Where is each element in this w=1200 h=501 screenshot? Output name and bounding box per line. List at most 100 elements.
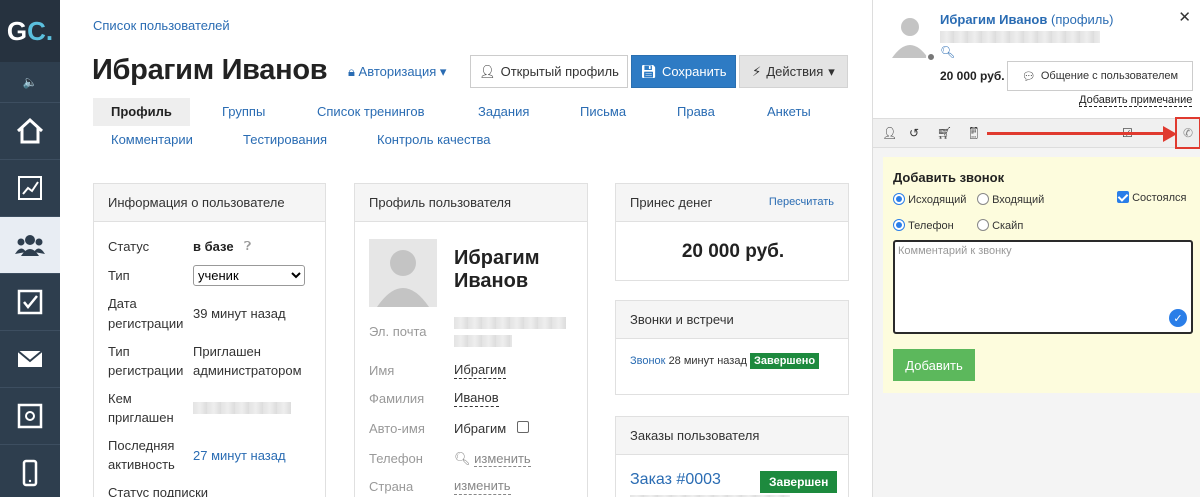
call-link[interactable]: Звонок — [630, 355, 666, 367]
avatar — [369, 239, 437, 307]
tab-testing[interactable]: Тестирования — [243, 126, 327, 154]
tab-letters[interactable]: Письма — [580, 98, 626, 126]
add-note-link[interactable]: Добавить примечание — [1079, 94, 1193, 107]
sidebar-item-mail[interactable] — [0, 330, 60, 387]
open-profile-label: Открытый профиль — [500, 64, 619, 79]
mail-icon — [17, 350, 43, 367]
tab-groups[interactable]: Группы — [222, 98, 265, 126]
tab-comments[interactable]: Комментарии — [111, 126, 193, 154]
profile-link[interactable]: (профиль) — [1051, 12, 1113, 27]
auth-label: Авторизация — [358, 64, 437, 79]
phone-icon — [22, 459, 38, 487]
history-icon[interactable]: ↺ — [909, 126, 919, 140]
search-icon[interactable]: 🔍︎ — [940, 45, 955, 59]
lock-icon: 🔒︎ — [348, 64, 355, 79]
safe-icon — [17, 403, 43, 429]
user-name-link[interactable]: Ибрагим Иванов — [940, 12, 1047, 27]
tab-profile[interactable]: Профиль — [93, 98, 190, 126]
person-icon[interactable]: 👤︎ — [882, 126, 897, 140]
actions-label: Действия — [766, 64, 824, 79]
reg-date-value: 39 минут назад — [193, 306, 286, 321]
main-content: Список пользователей Ибрагим Иванов 🔒︎ А… — [60, 0, 872, 497]
orders-panel: Заказы пользователя Заказ #0003 Завершен — [615, 416, 849, 497]
country-edit[interactable]: изменить — [454, 477, 511, 495]
tab-rights[interactable]: Права — [677, 98, 715, 126]
auto-name-checkbox[interactable] — [517, 421, 529, 433]
user-info-title: Информация о пользователе — [94, 184, 325, 222]
tab-tasks[interactable]: Задания — [478, 98, 529, 126]
user-profile-title: Профиль пользователя — [355, 184, 587, 222]
actions-dropdown[interactable]: ⚡︎ Действия ▾ — [739, 55, 848, 88]
help-icon[interactable]: ❓︎ — [244, 237, 251, 256]
done-label: Состоялся — [1132, 192, 1187, 204]
order-link[interactable]: Заказ #0003 — [630, 471, 721, 489]
online-status-dot — [926, 52, 936, 62]
phone-edit[interactable]: 🔍︎ изменить — [454, 449, 531, 468]
logo-g: G — [6, 15, 28, 46]
user-card: Ибрагим Иванов (профиль) 🔍︎ 20 000 руб. … — [873, 0, 1200, 118]
phone-radio[interactable]: Телефон — [893, 219, 954, 232]
call-phone-icon[interactable]: ✆ — [1175, 117, 1200, 149]
speaker-icon[interactable]: 🔈 — [0, 62, 60, 102]
bolt-icon: ⚡︎ — [752, 63, 762, 79]
outgoing-radio[interactable]: Исходящий — [893, 193, 966, 206]
sidebar-item-sales[interactable] — [0, 387, 60, 444]
call-item: Звонок 28 минут назад Завершено — [630, 353, 820, 369]
reg-type-value-2: администратором — [193, 363, 302, 378]
home-icon — [16, 117, 44, 144]
profile-first-name: Ибрагим — [454, 247, 540, 269]
skype-radio[interactable]: Скайп — [977, 219, 1023, 232]
chat-with-user-button[interactable]: 💬︎ Общение с пользователем — [1007, 61, 1193, 91]
recalculate-link[interactable]: Пересчитать — [769, 196, 834, 208]
invited-label-2: приглашен — [108, 410, 174, 425]
last-activity-link[interactable]: 27 минут назад — [193, 446, 286, 465]
page-title: Ибрагим Иванов — [92, 54, 328, 86]
incoming-radio[interactable]: Входящий — [977, 193, 1044, 206]
call-time: 28 минут назад — [668, 355, 747, 367]
status-label: Статус — [108, 239, 150, 254]
reg-date-label-1: Дата — [108, 296, 137, 311]
right-amount: 20 000 руб. — [940, 69, 1005, 83]
users-icon — [15, 235, 45, 256]
save-label: Сохранить — [661, 64, 727, 79]
money-amount: 20 000 руб. — [681, 241, 785, 262]
user-type-select[interactable]: ученик — [193, 265, 305, 286]
breadcrumb-users-list[interactable]: Список пользователей — [93, 18, 230, 33]
tab-surveys[interactable]: Анкеты — [767, 98, 811, 126]
email-label: Эл. почта — [369, 324, 427, 339]
skype-label: Скайп — [992, 220, 1024, 232]
outgoing-label: Исходящий — [908, 194, 967, 206]
add-call-button[interactable]: Добавить — [893, 349, 975, 381]
first-name-label: Имя — [369, 363, 395, 378]
close-icon[interactable]: ✕ — [1178, 8, 1191, 26]
tab-trainings[interactable]: Список тренингов — [317, 98, 425, 126]
phone-label: Телефон — [369, 451, 423, 466]
chart-icon — [18, 176, 42, 200]
add-call-form: Добавить звонок Исходящий Входящий Состо… — [883, 157, 1200, 393]
invited-by-redacted — [193, 402, 291, 414]
annotation-arrow-line — [987, 132, 1167, 135]
cart-icon[interactable]: 🛒︎ — [937, 126, 952, 140]
last-name-label: Фамилия — [369, 391, 425, 406]
call-comment-input[interactable] — [893, 240, 1193, 334]
last-activity-label-1: Последняя — [108, 438, 175, 453]
sidebar-item-mobile[interactable] — [0, 444, 60, 501]
tab-quality-control[interactable]: Контроль качества — [377, 126, 490, 154]
mobile-icon[interactable]: 📱︎ — [966, 126, 981, 140]
sidebar-item-users[interactable] — [0, 216, 60, 273]
getcourse-logo[interactable]: G C. — [0, 0, 60, 62]
auth-dropdown[interactable]: 🔒︎ Авторизация ▾ — [348, 64, 446, 80]
save-button[interactable]: 💾︎ Сохранить — [631, 55, 736, 88]
first-name-field[interactable]: Ибрагим — [454, 361, 507, 379]
calls-panel: Звонки и встречи Звонок 28 минут назад З… — [615, 300, 849, 395]
last-name-field[interactable]: Иванов — [454, 389, 499, 407]
sidebar-item-stats[interactable] — [0, 159, 60, 216]
app-sidebar: G C. 🔈 — [0, 0, 60, 497]
sidebar-item-home[interactable] — [0, 102, 60, 159]
open-profile-button[interactable]: 👤︎ Открытый профиль — [470, 55, 628, 88]
subscription-status-label: Статус подписки — [108, 485, 209, 497]
add-call-title: Добавить звонок — [893, 170, 1005, 185]
sidebar-item-tasks[interactable] — [0, 273, 60, 330]
orders-title: Заказы пользователя — [616, 417, 848, 455]
done-checkbox[interactable]: Состоялся — [1117, 191, 1187, 204]
